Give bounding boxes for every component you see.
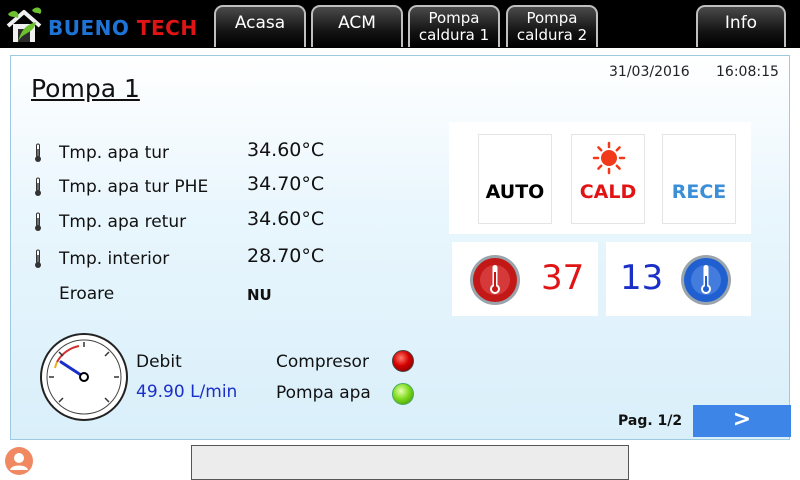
brand-word-2: TECH — [136, 16, 198, 40]
reading-value: 34.70°C — [247, 173, 325, 195]
compressor-status-led — [392, 350, 414, 372]
error-value: NU — [247, 286, 272, 304]
status-message-box — [191, 445, 629, 480]
reading-row: Tmp. interior 28.70°C — [11, 245, 431, 271]
thermometer-blue-icon — [681, 255, 731, 305]
tab-label-line-1: Pompa — [526, 9, 578, 27]
tab-label-line-1: Pompa — [428, 9, 480, 27]
tab-label-line-2: caldura 1 — [418, 26, 490, 44]
tab-label: ACM — [338, 13, 376, 33]
reading-row: Tmp. apa tur 34.60°C — [11, 139, 431, 165]
reading-label: Tmp. apa retur — [59, 212, 187, 232]
flow-label: Debit — [136, 352, 182, 372]
reading-value: 28.70°C — [247, 245, 325, 267]
date-display: 31/03/2016 — [609, 64, 690, 80]
thermometer-icon — [35, 177, 41, 196]
compressor-label: Compresor — [276, 352, 369, 372]
thermometer-icon — [35, 143, 41, 162]
error-row: Eroare NU — [11, 282, 431, 306]
main-panel: Pompa 1 31/03/2016 16:08:15 Tmp. apa tur… — [10, 55, 791, 440]
brand-text: BUENO TECH — [48, 16, 198, 40]
flow-gauge-icon — [40, 333, 128, 421]
tab-label-line-2: caldura 2 — [516, 26, 588, 44]
pump-label: Pompa apa — [276, 383, 371, 403]
reading-row: Tmp. apa tur PHE 34.70°C — [11, 173, 431, 199]
sun-icon — [592, 141, 626, 175]
reading-label: Tmp. apa tur PHE — [59, 177, 209, 197]
person-icon — [10, 453, 28, 470]
mode-auto-label: AUTO — [485, 181, 545, 203]
thermometer-icon — [35, 249, 41, 268]
brand-logo: BUENO TECH — [4, 4, 200, 48]
screen: BUENO TECH Acasa ACM Pompa caldura 1 Pom… — [0, 0, 800, 480]
mode-heat-label: CALD — [579, 181, 637, 203]
reading-label: Tmp. interior — [59, 249, 170, 269]
reading-value: 34.60°C — [247, 208, 325, 230]
user-icon[interactable] — [5, 447, 33, 475]
brand-word-1: BUENO — [48, 16, 130, 40]
page-indicator: Pag. 1/2 — [618, 413, 683, 429]
mode-cool-label: RECE — [671, 181, 727, 203]
mode-auto-button[interactable]: AUTO — [478, 134, 552, 224]
tab-label: Info — [724, 13, 758, 33]
mode-selector: AUTO CALD RECE — [449, 122, 751, 234]
tab-acm[interactable]: ACM — [311, 5, 403, 47]
cool-setpoint-box[interactable]: 13 — [606, 242, 751, 316]
bottom-bar — [0, 440, 800, 480]
time-display: 16:08:15 — [716, 64, 779, 80]
top-bar: BUENO TECH Acasa ACM Pompa caldura 1 Pom… — [0, 0, 800, 48]
reading-row: Tmp. apa retur 34.60°C — [11, 208, 431, 234]
tab-pompa-caldura-2[interactable]: Pompa caldura 2 — [506, 5, 598, 47]
flow-value: 49.90 L/min — [136, 382, 238, 402]
heat-setpoint-box[interactable]: 37 — [452, 242, 598, 316]
tab-info[interactable]: Info — [696, 5, 786, 47]
pump-status-led — [392, 383, 414, 405]
heat-setpoint-value: 37 — [541, 258, 585, 298]
tab-label: Acasa — [234, 13, 286, 33]
tab-acasa[interactable]: Acasa — [214, 5, 306, 47]
page-title: Pompa 1 — [31, 74, 140, 103]
reading-value: 34.60°C — [247, 139, 325, 161]
thermometer-red-icon — [470, 255, 520, 305]
house-leaf-icon — [6, 7, 42, 42]
thermometer-icon — [35, 212, 41, 231]
cool-setpoint-value: 13 — [620, 258, 664, 298]
mode-cool-button[interactable]: RECE — [662, 134, 736, 224]
next-page-button[interactable]: > — [693, 405, 791, 437]
mode-heat-button[interactable]: CALD — [571, 134, 645, 224]
reading-label: Tmp. apa tur — [59, 143, 170, 163]
tab-pompa-caldura-1[interactable]: Pompa caldura 1 — [408, 5, 500, 47]
error-label: Eroare — [59, 284, 115, 304]
